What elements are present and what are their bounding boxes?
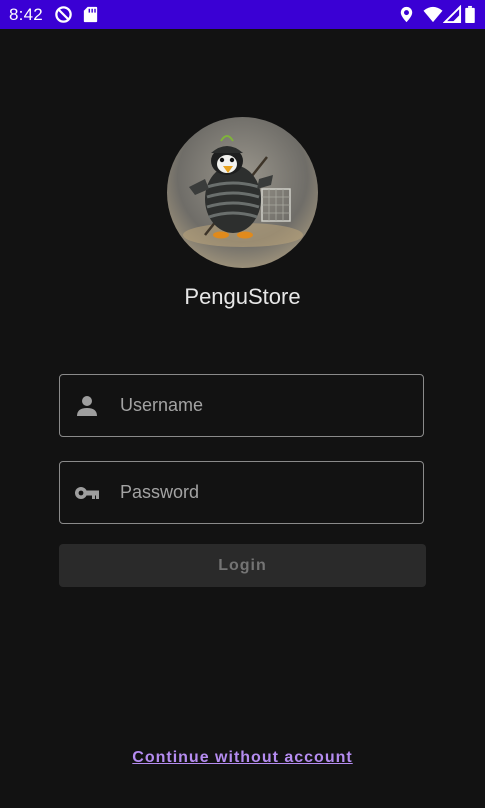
person-icon (77, 396, 97, 416)
login-screen: 8:42 PenguStore Username Login Continue … (0, 0, 485, 808)
wifi-icon (423, 6, 443, 23)
app-title: PenguStore (184, 284, 301, 309)
password-field[interactable] (59, 461, 424, 524)
key-icon (75, 487, 99, 499)
battery-icon (465, 5, 475, 24)
status-bar: 8:42 (0, 0, 485, 29)
status-time: 8:42 (9, 5, 43, 24)
sd-card-icon (83, 6, 98, 23)
app-avatar (167, 117, 318, 268)
username-input[interactable] (120, 375, 410, 436)
penguin-samurai-avatar (183, 135, 303, 247)
continue-without-account-link[interactable]: Continue without account (0, 749, 485, 767)
password-input[interactable] (120, 462, 410, 523)
signal-icon (443, 5, 462, 24)
username-field[interactable] (59, 374, 424, 437)
do-not-disturb-icon (55, 6, 72, 23)
login-button[interactable]: Login (59, 544, 426, 587)
location-icon (400, 6, 413, 23)
